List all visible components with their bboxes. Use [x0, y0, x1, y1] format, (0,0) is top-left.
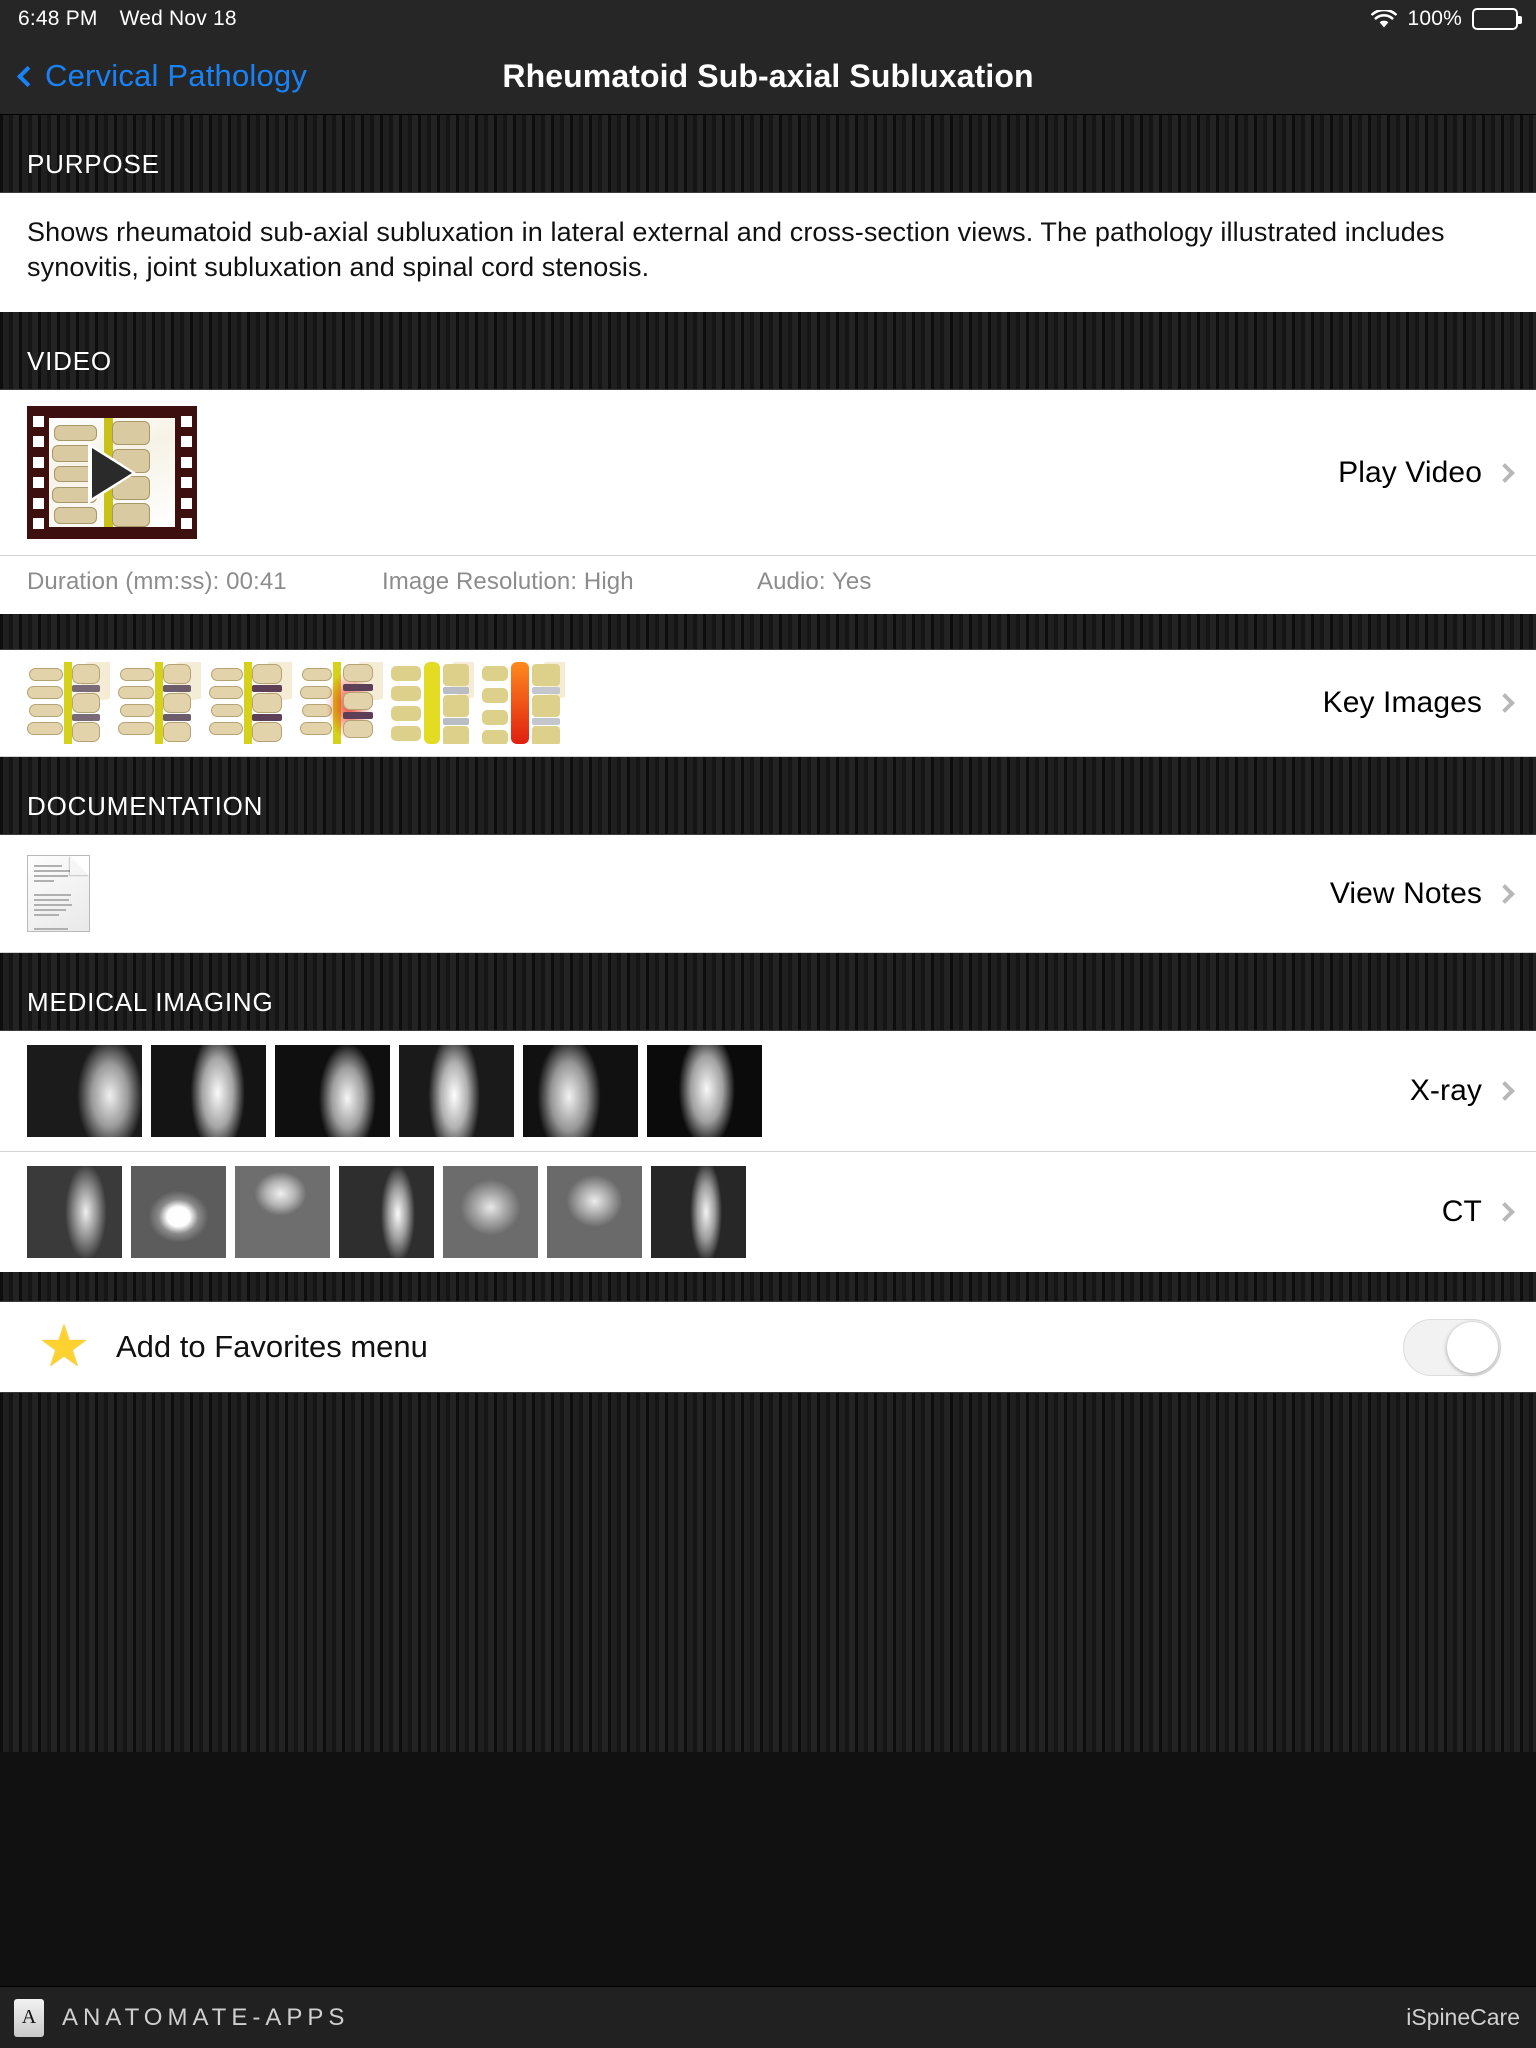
key-image-thumb[interactable] — [118, 662, 201, 745]
status-bar-right: 100% — [1371, 7, 1522, 31]
xray-thumb[interactable] — [399, 1045, 514, 1138]
favorites-row[interactable]: ★ Add to Favorites menu — [0, 1302, 1536, 1393]
key-image-thumb[interactable] — [482, 662, 565, 745]
xray-thumbnails[interactable] — [0, 1031, 762, 1151]
xray-thumb[interactable] — [275, 1045, 390, 1138]
chevron-left-icon — [16, 65, 39, 88]
key-images-action[interactable]: Key Images — [1323, 686, 1536, 720]
navigation-bar: Cervical Pathology Rheumatoid Sub-axial … — [0, 38, 1536, 115]
chevron-right-icon — [1495, 693, 1515, 713]
purpose-panel: Shows rheumatoid sub-axial subluxation i… — [0, 193, 1536, 313]
video-duration: Duration (mm:ss): 00:41 — [27, 568, 287, 596]
footer-brand: ANATOMATE-APPS — [62, 2003, 350, 2031]
film-strip-icon[interactable] — [27, 406, 197, 540]
section-header-medical-imaging-label: MEDICAL IMAGING — [27, 987, 274, 1018]
back-button-label: Cervical Pathology — [45, 58, 308, 93]
video-audio: Audio: Yes — [757, 568, 872, 596]
key-images-thumbnails[interactable] — [0, 650, 565, 756]
section-header-documentation: DOCUMENTATION — [0, 757, 1536, 836]
key-image-thumb[interactable] — [391, 662, 474, 745]
xray-action[interactable]: X-ray — [1410, 1074, 1536, 1108]
ct-action[interactable]: CT — [1442, 1195, 1536, 1229]
play-video-label: Play Video — [1338, 455, 1482, 489]
section-header-medical-imaging: MEDICAL IMAGING — [0, 953, 1536, 1032]
xray-thumb[interactable] — [647, 1045, 762, 1138]
section-spacer-key-images — [0, 614, 1536, 651]
chevron-right-icon — [1495, 462, 1515, 483]
section-header-purpose-label: PURPOSE — [27, 149, 160, 179]
film-sprockets-left — [27, 406, 49, 539]
chevron-right-icon — [1495, 883, 1515, 904]
back-button[interactable]: Cervical Pathology — [0, 58, 307, 94]
ct-thumb[interactable] — [443, 1166, 538, 1259]
xray-thumb[interactable] — [523, 1045, 638, 1138]
key-images-row[interactable]: Key Images — [0, 650, 1536, 758]
ct-thumb[interactable] — [235, 1166, 330, 1259]
key-image-thumb[interactable] — [300, 662, 383, 745]
play-video-action[interactable]: Play Video — [1338, 456, 1536, 490]
purpose-text: Shows rheumatoid sub-axial subluxation i… — [27, 217, 1445, 282]
battery-full-icon — [1472, 8, 1522, 30]
status-bar: 6:48 PM Wed Nov 18 100% — [0, 0, 1536, 38]
status-time: 6:48 PM — [18, 7, 98, 30]
xray-label: X-ray — [1409, 1074, 1482, 1108]
section-spacer-favorites — [0, 1272, 1536, 1303]
footer-product: iSpineCare — [1406, 2004, 1520, 2030]
toggle-knob — [1447, 1321, 1498, 1373]
view-notes-row[interactable]: View Notes — [0, 835, 1536, 954]
chevron-right-icon — [1495, 1202, 1515, 1222]
ct-thumb[interactable] — [547, 1166, 642, 1259]
view-notes-action[interactable]: View Notes — [1330, 877, 1536, 911]
page-bottom-filler — [0, 1392, 1536, 1753]
section-header-documentation-label: DOCUMENTATION — [27, 791, 264, 822]
app-root: 6:48 PM Wed Nov 18 100% Cervical Patholo… — [0, 0, 1536, 2048]
section-header-video-label: VIDEO — [27, 346, 112, 377]
ct-thumbnails[interactable] — [0, 1152, 746, 1272]
view-notes-label: View Notes — [1329, 876, 1482, 910]
favorites-label: Add to Favorites menu — [116, 1329, 428, 1365]
xray-thumb[interactable] — [27, 1045, 142, 1138]
video-metadata-row: Duration (mm:ss): 00:41 Image Resolution… — [0, 556, 1536, 615]
video-resolution: Image Resolution: High — [382, 568, 634, 596]
xray-row[interactable]: X-ray — [0, 1031, 1536, 1153]
ct-thumb[interactable] — [27, 1166, 122, 1259]
ct-label: CT — [1441, 1195, 1482, 1229]
document-page-icon[interactable] — [27, 855, 90, 933]
film-sprockets-right — [175, 406, 197, 539]
anatomate-logo-icon: A — [14, 1998, 44, 2037]
ct-thumb[interactable] — [131, 1166, 226, 1259]
ct-thumb[interactable] — [651, 1166, 746, 1259]
key-image-thumb[interactable] — [209, 662, 292, 745]
footer-bar: A ANATOMATE-APPS iSpineCare — [0, 1986, 1536, 2048]
key-image-thumb[interactable] — [27, 662, 110, 745]
key-images-label: Key Images — [1322, 686, 1482, 720]
section-header-purpose: PURPOSE — [0, 115, 1536, 193]
chevron-right-icon — [1495, 1081, 1515, 1101]
video-thumbnail — [49, 418, 175, 528]
battery-percent-label: 100% — [1407, 7, 1462, 30]
ct-row[interactable]: CT — [0, 1152, 1536, 1273]
status-bar-left: 6:48 PM Wed Nov 18 — [18, 7, 237, 31]
favorites-toggle[interactable] — [1403, 1318, 1501, 1376]
section-header-video: VIDEO — [0, 312, 1536, 391]
xray-thumb[interactable] — [151, 1045, 266, 1138]
play-video-row[interactable]: Play Video — [0, 390, 1536, 557]
wifi-icon — [1371, 8, 1398, 29]
star-icon: ★ — [38, 1314, 90, 1380]
status-date: Wed Nov 18 — [119, 7, 237, 30]
ct-thumb[interactable] — [339, 1166, 434, 1259]
